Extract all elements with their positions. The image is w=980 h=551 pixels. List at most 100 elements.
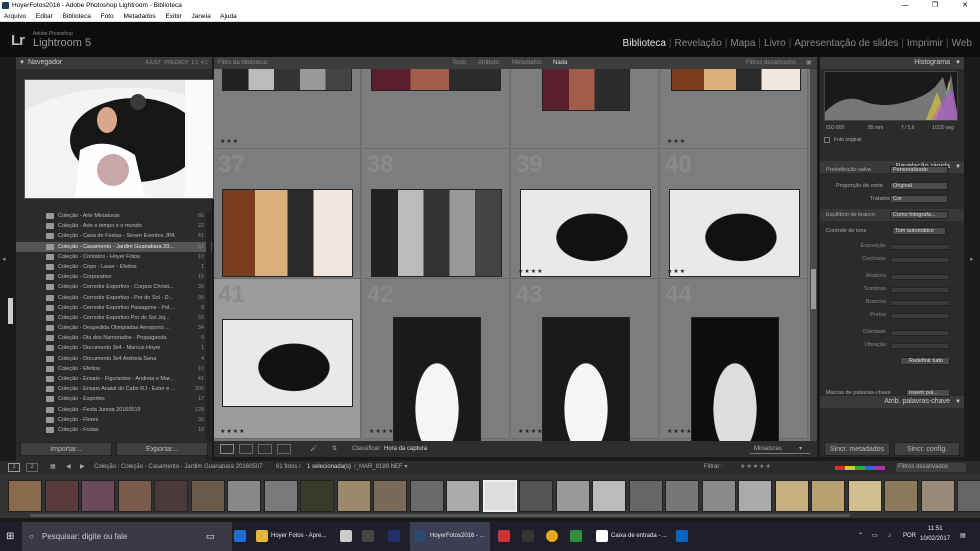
taskbar-app-3[interactable]: Caixa de entrada - ... (611, 522, 667, 551)
taskbar-app-1[interactable]: Hoyer Fotos - Apre... (271, 522, 326, 551)
filmstrip-thumbnail[interactable] (300, 480, 334, 512)
minimize-icon[interactable]: — (890, 0, 920, 11)
task-view-icon[interactable]: ▭ (206, 522, 215, 551)
filmstrip-thumbnail[interactable] (81, 480, 115, 512)
language-indicator[interactable]: POR (903, 522, 916, 551)
sort-direction-icon[interactable]: ⇅ (332, 441, 337, 457)
collection-row[interactable]: Coleção - Efeitos 10 (16, 364, 212, 374)
app-icon[interactable] (362, 530, 374, 542)
star-rating[interactable]: ★★★★ (518, 428, 544, 435)
filmstrip-thumbnail[interactable] (8, 480, 42, 512)
zoom-fit[interactable]: AJUST (145, 60, 161, 66)
grid-cell[interactable]: 44 ★★★★ (661, 279, 808, 441)
grid-cell[interactable]: 39 ★★★★ (512, 149, 659, 279)
filmstrip-thumbnail[interactable] (44, 480, 79, 512)
filter-metadata[interactable]: Metadados (512, 57, 542, 69)
filmstrip-thumbnail[interactable] (154, 480, 188, 512)
close-icon[interactable]: ✕ (950, 0, 980, 11)
zoom-fill[interactable]: PREENCH (164, 60, 188, 66)
histogram-header[interactable]: Histograma ▼ (820, 57, 964, 69)
menu-biblioteca[interactable]: Biblioteca (63, 13, 91, 20)
windows-start-icon[interactable]: ⊞ (6, 522, 14, 551)
original-checkbox[interactable] (824, 137, 830, 143)
filmstrip-thumbnail[interactable] (555, 480, 590, 512)
left-panel-edge[interactable] (8, 298, 13, 324)
module-mapa[interactable]: Mapa (730, 38, 755, 49)
tone-stepper[interactable] (890, 330, 950, 336)
star-rating[interactable]: ★★★ (667, 138, 686, 145)
navigator-preview[interactable] (24, 79, 214, 199)
collection-row[interactable]: Coleção - Arte o tempo e o mundo 22 (16, 221, 212, 231)
photo-thumbnail[interactable] (542, 69, 630, 111)
grid-cell[interactable] (512, 69, 659, 149)
volume-icon[interactable]: ♪ (888, 522, 891, 551)
filmstrip-thumbnail[interactable] (920, 480, 955, 512)
compare-view-icon[interactable] (258, 444, 272, 454)
filmstrip-thumbnail[interactable] (482, 480, 517, 512)
photo-thumbnail[interactable] (371, 189, 502, 277)
filter-attribute[interactable]: Atributo (478, 57, 499, 69)
filmstrip-thumbnail[interactable] (373, 480, 407, 512)
photo-thumbnail[interactable] (542, 317, 630, 441)
filter-text[interactable]: Texto (452, 57, 466, 69)
module-biblioteca[interactable]: Biblioteca (623, 38, 666, 49)
filmstrip-thumbnail[interactable] (190, 480, 225, 512)
preset-select[interactable]: Personalizado (890, 166, 948, 174)
filmstrip-filter-select[interactable]: Filtros desativados (896, 463, 966, 472)
clock-time[interactable]: 11:51 (928, 526, 943, 532)
toolbar-menu-icon[interactable]: ▾ (799, 441, 802, 457)
photo-thumbnail[interactable] (691, 317, 779, 441)
loupe-view-icon[interactable] (239, 444, 253, 454)
spray-can-icon[interactable]: 🖌 (310, 441, 318, 457)
app-red-icon[interactable] (498, 530, 510, 542)
photo-thumbnail[interactable] (222, 319, 353, 407)
collection-row[interactable]: Coleção - Corredor Esportivo - Por do So… (16, 293, 212, 303)
wb-select[interactable]: Como fotografa... (890, 211, 948, 219)
filmstrip-thumbnail[interactable] (957, 480, 980, 512)
grid-cell[interactable]: ★★★ (214, 69, 361, 149)
collection-row[interactable]: Coleção - Corporativo 15 (16, 272, 212, 282)
filter-presets[interactable]: Filtros desativados (746, 57, 796, 69)
tone-stepper[interactable] (890, 244, 950, 250)
collection-row[interactable]: Coleção - Corredor Esportivo Paisagens -… (16, 303, 212, 313)
left-collapse-arrow-icon[interactable]: ◂ (2, 255, 6, 263)
filter-none[interactable]: Nada (553, 57, 567, 69)
auto-tone-button[interactable]: Tom automático (892, 227, 946, 235)
network-icon[interactable]: ▭ (872, 522, 878, 551)
filmstrip-thumbnail[interactable] (884, 480, 918, 512)
grid-cell[interactable]: 38 (363, 149, 510, 279)
right-collapse-arrow-icon[interactable]: ▸ (970, 255, 974, 263)
app-blue-icon[interactable] (676, 530, 688, 542)
color-label-filter[interactable] (835, 466, 885, 470)
taskbar-search[interactable]: ○ Pesquisar: digite ou fale (22, 522, 232, 551)
filmstrip-thumbnail[interactable] (847, 480, 882, 512)
crop-select[interactable]: Original (890, 182, 948, 190)
menu-metadados[interactable]: Metadados (123, 13, 155, 20)
filmstrip-thumbnail[interactable] (117, 480, 152, 512)
photo-thumbnail[interactable] (669, 189, 800, 277)
filmstrip-thumbnail[interactable] (409, 480, 444, 512)
keywording-header[interactable]: Atrib. palavras-chave ▼ (820, 396, 964, 408)
star-rating[interactable]: ★★★ (220, 138, 239, 145)
module-web[interactable]: Web (952, 38, 972, 49)
filmstrip-thumbnail[interactable] (446, 480, 480, 512)
star-rating[interactable]: ★★★ (667, 268, 686, 275)
collection-row[interactable]: Coleção - Contatos - Hoyer Fotos 10 (16, 252, 212, 262)
filmstrip-thumbnail[interactable] (738, 480, 772, 512)
keyword-input[interactable]: Inserir pal... (906, 389, 950, 397)
filmstrip-thumbnail[interactable] (519, 480, 553, 512)
collection-row[interactable]: Coleção - Documento 3x4 Andreia Sena 4 (16, 354, 212, 364)
collection-row[interactable]: Coleção - Ensaio Anaial do Cabo RJ - Est… (16, 384, 212, 394)
collection-row[interactable]: Coleção - Ensaio - Figurantes - Andreia … (16, 374, 212, 384)
grid-cell[interactable]: 37 (214, 149, 361, 279)
file-explorer-icon[interactable] (256, 530, 268, 542)
filmstrip-thumbnail[interactable] (665, 480, 699, 512)
module-livro[interactable]: Livro (764, 38, 786, 49)
grid-cell[interactable]: 42 ★★★★ (363, 279, 510, 441)
import-button[interactable]: Importar... (20, 442, 112, 456)
mail-icon[interactable] (596, 530, 608, 542)
photo-thumbnail[interactable] (520, 189, 651, 277)
photo-thumbnail[interactable] (222, 189, 353, 277)
collection-row[interactable]: Coleção - Copo - Laser - Efeitos 1 (16, 262, 212, 272)
menu-arquivo[interactable]: Arquivo (4, 13, 26, 20)
